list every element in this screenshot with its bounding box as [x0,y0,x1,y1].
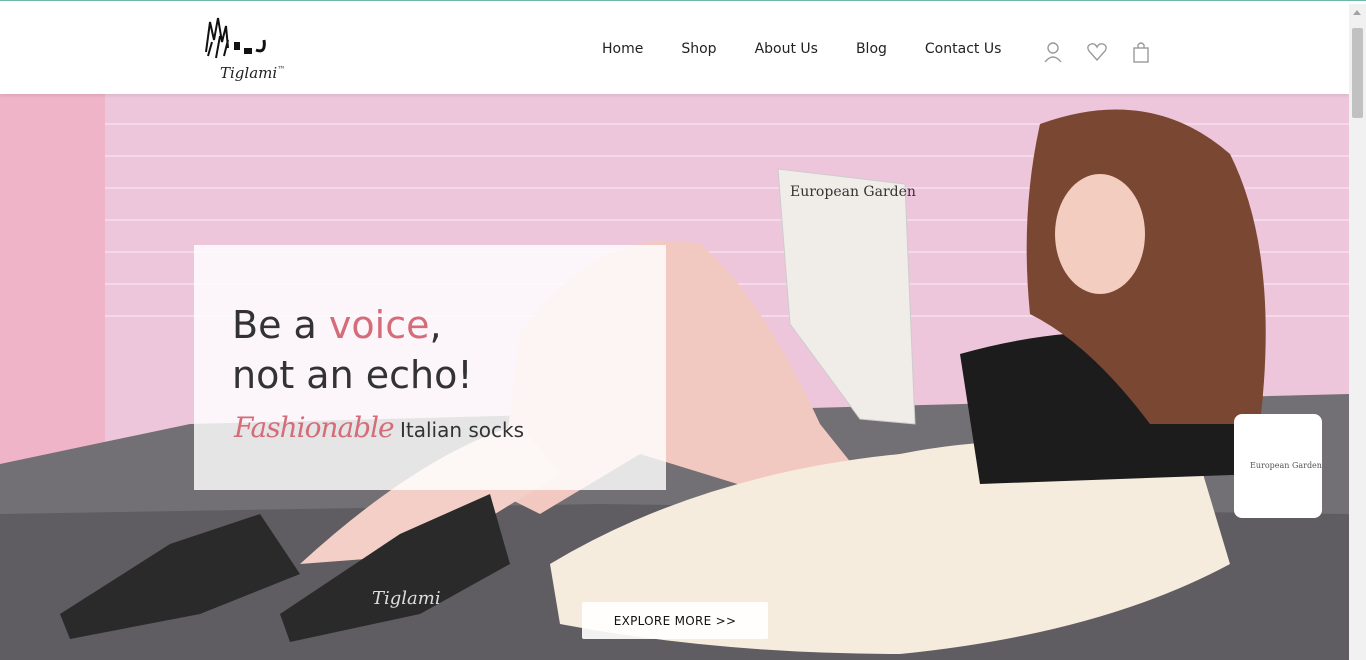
nav-blog[interactable]: Blog [856,41,887,57]
nav-shop[interactable]: Shop [681,41,716,57]
nav-contact-us[interactable]: Contact Us [925,41,1001,57]
page-scrollbar[interactable] [1349,4,1366,660]
hero-tagline: Fashionable Italian socks [234,411,524,444]
explore-more-button[interactable]: EXPLORE MORE >> [582,602,768,639]
brand-wordmark: Tiglami™ [220,64,286,82]
hero-promo-card: Be a voice, not an echo! Fashionable Ita… [194,245,666,490]
svg-text:European Garden: European Garden [1250,461,1322,470]
tagline-script: Fashionable [234,411,395,444]
nav-home[interactable]: Home [602,41,643,57]
user-icon[interactable] [1042,40,1064,64]
scroll-up-arrow-icon[interactable] [1353,10,1361,15]
site-header: Tiglami™ Home Shop About Us Blog Contact… [0,4,1349,94]
svg-text:European Garden: European Garden [790,184,916,200]
heart-icon[interactable] [1086,40,1108,64]
header-actions [1042,40,1152,64]
shopping-bag-icon[interactable] [1130,40,1152,64]
svg-text:Tiglami: Tiglami [372,588,441,609]
scrollbar-thumb[interactable] [1352,28,1363,118]
nav-about-us[interactable]: About Us [755,41,818,57]
tagline-rest: Italian socks [393,418,525,442]
hero-headline: Be a voice, not an echo! [232,303,473,398]
main-navigation: Home Shop About Us Blog Contact Us [602,41,1039,57]
